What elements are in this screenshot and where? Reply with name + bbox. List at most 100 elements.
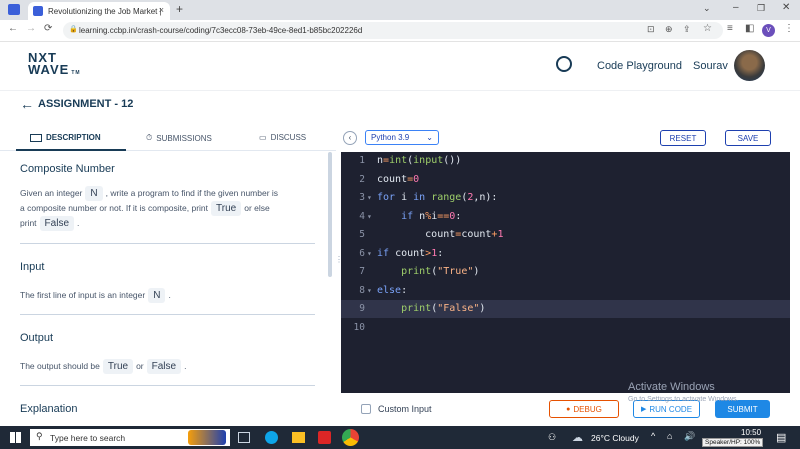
zoom-icon[interactable]: ⊕ (665, 24, 673, 35)
clock-time[interactable]: 10:50 (741, 428, 761, 437)
avatar[interactable] (734, 50, 765, 81)
speaker-icon[interactable]: 🔊 (684, 431, 695, 442)
new-tab-button[interactable]: + (176, 2, 183, 16)
speaker-tooltip: Speaker/HP: 100% (702, 438, 764, 447)
code-line[interactable]: 6 ▾ if count>1: (341, 245, 790, 263)
edge-icon[interactable] (265, 431, 278, 444)
divider (20, 385, 315, 386)
windows-start-icon[interactable] (10, 432, 21, 443)
tab-title: Revolutionizing the Job Market | (48, 6, 162, 16)
chevron-down-icon[interactable]: ⌄ (703, 3, 711, 14)
site-header: NXT WAVE TM Code Playground Sourav (0, 42, 800, 91)
assignment-bar: ← ASSIGNMENT - 12 (0, 92, 800, 120)
explanation-heading: Explanation (20, 403, 78, 415)
taskbar-search[interactable]: ⚲ Type here to search (30, 429, 230, 446)
custom-input-checkbox[interactable] (361, 404, 371, 414)
output-heading: Output (20, 332, 54, 344)
tab-submissions[interactable]: ⏱ SUBMISSIONS (146, 133, 212, 143)
share-icon[interactable]: ⇪ (683, 24, 691, 35)
code-line-active[interactable]: 9 print("False") (341, 300, 790, 318)
active-tab-indicator (16, 149, 126, 151)
collapse-panel-button[interactable]: ‹ (343, 131, 357, 145)
window-close-icon[interactable]: ✕ (782, 2, 790, 13)
description-icon (30, 133, 42, 142)
code-line[interactable]: 2 count=0 (341, 171, 790, 189)
code-chip: True (102, 359, 134, 374)
timer-icon[interactable] (556, 56, 572, 72)
fold-icon[interactable]: ▾ (367, 189, 372, 207)
tab-discuss[interactable]: ▭ DISCUSS (259, 133, 306, 142)
code-chip: True (211, 201, 242, 216)
chat-icon: ▭ (259, 133, 267, 142)
code-line[interactable]: 8 ▾ else: (341, 282, 790, 300)
divider (20, 243, 315, 244)
fold-icon[interactable]: ▾ (367, 245, 372, 263)
favicon-icon (33, 6, 43, 16)
notifications-icon[interactable]: ▤ (776, 431, 786, 444)
side-panel-icon[interactable]: ◧ (745, 23, 754, 34)
code-editor[interactable]: 1 n=int(input()) 2 count=0 3 ▾ for i in … (341, 152, 790, 393)
reload-icon[interactable]: ⟳ (44, 23, 52, 34)
history-icon: ⏱ (146, 133, 153, 142)
weather-text[interactable]: 26°C Cloudy (591, 433, 639, 443)
network-icon[interactable]: ⌂ (667, 431, 672, 441)
file-explorer-icon[interactable] (292, 432, 305, 443)
menu-dots-icon[interactable]: ⋮ (784, 23, 794, 34)
browser-tab-bar: Revolutionizing the Job Market | × + ⌄ –… (0, 0, 800, 20)
reset-button[interactable]: RESET (660, 130, 706, 146)
code-chip: False (39, 216, 74, 231)
code-playground-link[interactable]: Code Playground (597, 60, 682, 72)
browser-tab[interactable]: Revolutionizing the Job Market | × (28, 2, 170, 20)
chrome-icon[interactable] (342, 429, 359, 446)
url-text: learning.ccbp.in/crash-course/coding/7c3… (79, 26, 363, 35)
restore-icon[interactable]: ❐ (757, 3, 765, 14)
forward-icon[interactable]: → (26, 23, 36, 34)
people-icon[interactable]: ⚇ (548, 432, 556, 443)
address-bar[interactable]: 🔒 learning.ccbp.in/crash-course/coding/7… (63, 22, 723, 39)
code-line[interactable]: 10 (341, 319, 790, 337)
fold-icon[interactable]: ▾ (367, 282, 372, 300)
code-line[interactable]: 1 n=int(input()) (341, 152, 790, 170)
custom-input-label[interactable]: Custom Input (378, 404, 432, 414)
reading-list-icon[interactable]: ≡ (727, 23, 733, 34)
input-description: The first line of input is an integer N. (20, 288, 171, 303)
code-line[interactable]: 4 ▾ if n%i==0: (341, 208, 790, 226)
minimize-icon[interactable]: – (733, 2, 739, 13)
problem-panel: DESCRIPTION ⏱ SUBMISSIONS ▭ DISCUSS Comp… (0, 124, 336, 426)
nxtwave-logo[interactable]: NXT WAVE TM (28, 51, 81, 79)
install-icon[interactable]: ⊡ (647, 24, 655, 35)
save-button[interactable]: SAVE (725, 130, 771, 146)
back-arrow-icon[interactable]: ← (20, 96, 34, 112)
app-icon[interactable] (318, 431, 331, 444)
bug-icon: ● (566, 405, 571, 413)
problem-tabs: DESCRIPTION ⏱ SUBMISSIONS ▭ DISCUSS (0, 124, 336, 151)
play-icon: ▶ (640, 406, 647, 413)
debug-button[interactable]: ● DEBUG (549, 400, 619, 418)
output-description: The output should be True or False. (20, 359, 187, 374)
input-heading: Input (20, 261, 45, 273)
back-icon[interactable]: ← (8, 23, 18, 34)
fold-icon[interactable]: ▾ (367, 208, 372, 226)
code-line[interactable]: 7 print("True") (341, 263, 790, 281)
tab-search-icon[interactable] (8, 4, 20, 15)
activate-windows-title: Activate Windows (628, 381, 715, 393)
weather-icon: ☁ (572, 432, 583, 444)
panel-scrollbar[interactable] (328, 152, 332, 277)
editor-header: ‹ Python 3.9 ⌄ RESET SAVE (340, 124, 800, 152)
code-line[interactable]: 3 ▾ for i in range(2,n): (341, 189, 790, 207)
tray-chevron-icon[interactable]: ^ (651, 431, 655, 441)
bookmark-star-icon[interactable]: ☆ (703, 23, 712, 34)
code-line[interactable]: 5 count=count+1 (341, 226, 790, 244)
tab-description[interactable]: DESCRIPTION (30, 133, 101, 142)
close-icon[interactable]: × (159, 5, 164, 15)
code-chip: N (85, 186, 103, 201)
task-view-icon[interactable] (238, 432, 250, 443)
lock-icon: 🔒 (69, 26, 78, 33)
browser-toolbar: ← → ⟳ 🔒 learning.ccbp.in/crash-course/co… (0, 20, 800, 42)
language-select[interactable]: Python 3.9 ⌄ (365, 130, 439, 145)
search-highlight-icon[interactable] (188, 430, 226, 445)
profile-avatar[interactable]: V (762, 24, 775, 37)
user-name[interactable]: Sourav (693, 60, 728, 72)
problem-title: Composite Number (20, 163, 115, 175)
assignment-title: ASSIGNMENT - 12 (38, 98, 134, 110)
